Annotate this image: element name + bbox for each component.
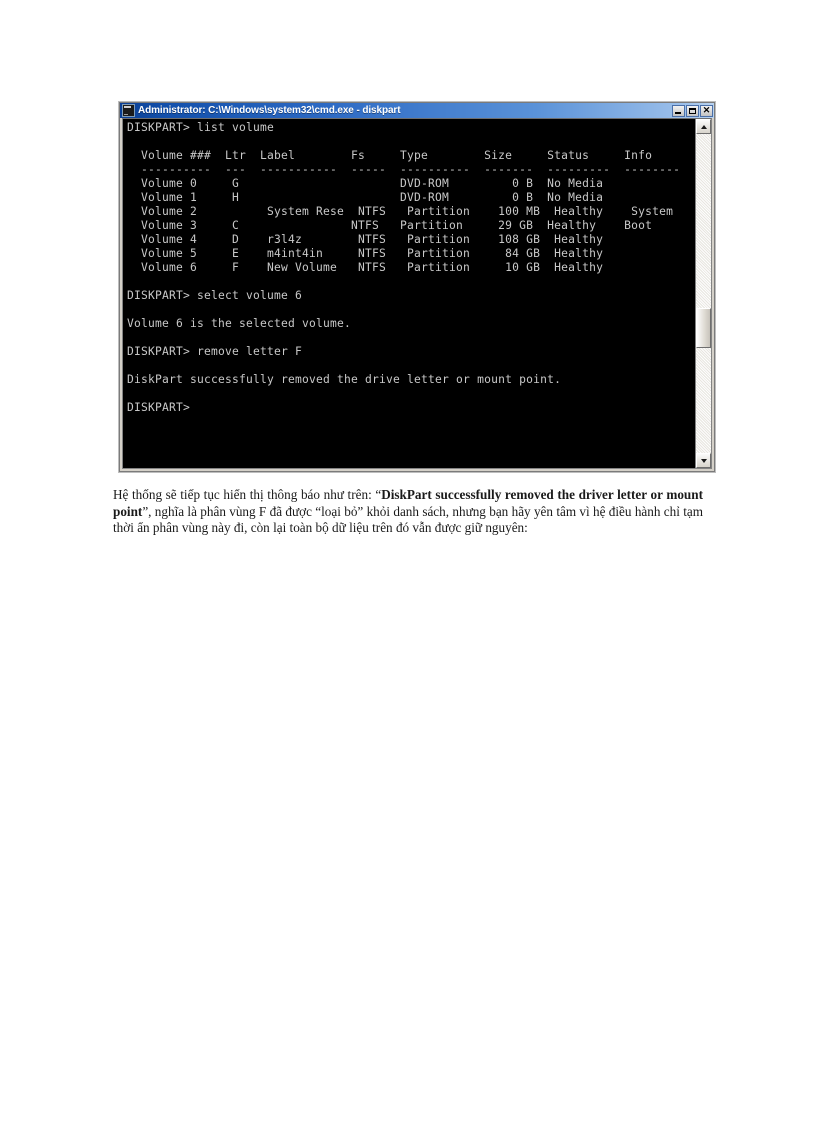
console-line: Volume ### Ltr Label Fs Type Size Status… (127, 149, 695, 163)
scrollbar-thumb[interactable] (696, 308, 711, 348)
console-line: Volume 4 D r3l4z NTFS Partition 108 GB H… (127, 233, 695, 247)
scrollbar-track[interactable] (696, 134, 711, 453)
console-line: Volume 6 is the selected volume. (127, 317, 695, 331)
console-blank-line (127, 303, 695, 317)
console-line: DISKPART> select volume 6 (127, 289, 695, 303)
console-line: Volume 1 H DVD-ROM 0 B No Media (127, 191, 695, 205)
caption-text-part1: Hệ thống sẽ tiếp tục hiển thị thông báo … (113, 487, 381, 502)
console-line: Volume 3 C NTFS Partition 29 GB Healthy … (127, 219, 695, 233)
close-button[interactable]: ✕ (700, 105, 713, 117)
console-line: DISKPART> (127, 401, 695, 415)
console-line: ---------- --- ----------- ----- -------… (127, 163, 695, 177)
maximize-button[interactable] (686, 105, 699, 117)
scroll-up-arrow[interactable] (696, 119, 711, 134)
close-icon: ✕ (703, 106, 711, 115)
console-line: DISKPART> remove letter F (127, 345, 695, 359)
minimize-button[interactable] (672, 105, 685, 117)
console-line: Volume 5 E m4int4in NTFS Partition 84 GB… (127, 247, 695, 261)
window-controls: ✕ (672, 105, 713, 117)
chevron-up-icon (701, 125, 707, 129)
console-blank-line (127, 275, 695, 289)
console-scrollbar[interactable] (695, 119, 711, 468)
caption-paragraph: Hệ thống sẽ tiếp tục hiển thị thông báo … (113, 487, 703, 537)
console-blank-line (127, 387, 695, 401)
console-blank-line (127, 359, 695, 373)
console-blank-line (127, 331, 695, 345)
console-line: DiskPart successfully removed the drive … (127, 373, 695, 387)
console-blank-line (127, 135, 695, 149)
console-line: DISKPART> list volume (127, 121, 695, 135)
command-prompt-window: Administrator: C:\Windows\system32\cmd.e… (119, 102, 715, 472)
window-body: DISKPART> list volume Volume ### Ltr Lab… (122, 118, 712, 469)
window-title-bar[interactable]: Administrator: C:\Windows\system32\cmd.e… (120, 103, 714, 118)
console-output[interactable]: DISKPART> list volume Volume ### Ltr Lab… (123, 119, 695, 468)
chevron-down-icon (701, 459, 707, 463)
cmd-console-icon (122, 104, 135, 117)
window-title: Administrator: C:\Windows\system32\cmd.e… (138, 105, 672, 116)
console-line: Volume 0 G DVD-ROM 0 B No Media (127, 177, 695, 191)
caption-text-part2: ”, nghĩa là phân vùng F đã được “loại bỏ… (113, 504, 703, 536)
console-line: Volume 6 F New Volume NTFS Partition 10 … (127, 261, 695, 275)
scroll-down-arrow[interactable] (696, 453, 711, 468)
console-line: Volume 2 System Rese NTFS Partition 100 … (127, 205, 695, 219)
